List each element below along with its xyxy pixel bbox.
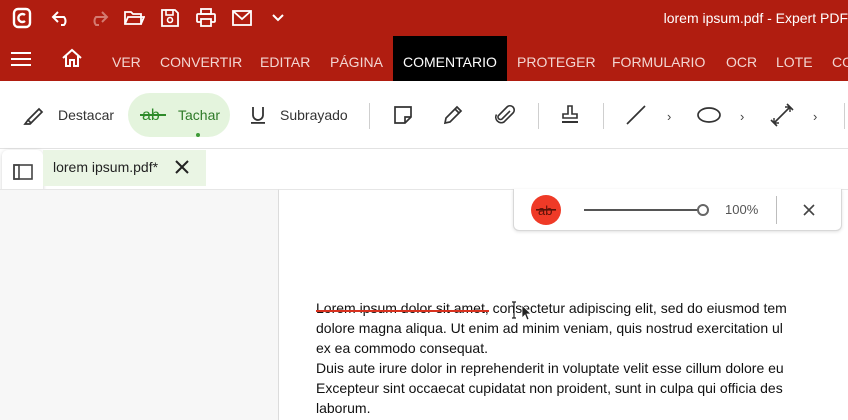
- underline-label: Subrayado: [280, 107, 348, 123]
- sidebar-toggle-icon[interactable]: [12, 161, 34, 183]
- document-tab-name: lorem ipsum.pdf*: [53, 159, 159, 175]
- strikeout-icon: ab: [140, 107, 166, 124]
- underline-button[interactable]: Subrayado: [248, 81, 348, 149]
- color-picker-button[interactable]: ab: [531, 195, 561, 225]
- sticky-note-button[interactable]: [391, 81, 415, 149]
- open-folder-icon[interactable]: [120, 0, 148, 36]
- print-icon[interactable]: [192, 0, 220, 36]
- document-line[interactable]: Duis aute irure dolor in reprehenderit i…: [316, 358, 784, 378]
- document-line[interactable]: laborum.: [316, 398, 370, 418]
- opacity-slider-thumb[interactable]: [697, 204, 709, 216]
- highlight-button[interactable]: Destacar: [22, 81, 114, 149]
- text-cursor-icon: [510, 300, 532, 322]
- ribbon-tabs: VER CONVERTIR EDITAR PÁGINA COMENTARIO P…: [0, 36, 848, 81]
- stamp-button[interactable]: [558, 81, 582, 149]
- annotation-properties-bar: ab 100%: [513, 189, 842, 231]
- tab-lote[interactable]: LOTE: [776, 36, 813, 81]
- document-line[interactable]: Lorem ipsum dolor sit amet, consectetur …: [316, 298, 787, 318]
- document-line-rest: consectetur adipiscing elit, sed do eius…: [488, 300, 787, 316]
- tab-overflow[interactable]: CO: [832, 36, 848, 81]
- measure-button[interactable]: [769, 81, 795, 149]
- document-line[interactable]: ex ea commodo consequat.: [316, 338, 488, 358]
- opacity-value: 100%: [725, 202, 759, 217]
- pencil-button[interactable]: [441, 81, 465, 149]
- undo-icon[interactable]: [48, 0, 76, 36]
- tab-proteger[interactable]: PROTEGER: [517, 36, 596, 81]
- comment-toolbar: Destacar ab Tachar Subrayado › › ›: [0, 81, 848, 149]
- attach-button[interactable]: [493, 81, 517, 149]
- email-icon[interactable]: [228, 0, 256, 36]
- strikeout-color-icon: ab: [536, 203, 556, 218]
- ellipse-icon: [697, 107, 721, 123]
- window-title: lorem ipsum.pdf - Expert PDF: [663, 10, 848, 26]
- save-icon[interactable]: [156, 0, 184, 36]
- sticky-note-icon: [394, 106, 412, 124]
- stamp-icon: [562, 105, 578, 123]
- close-icon[interactable]: [801, 202, 817, 218]
- pencil-icon: [443, 105, 463, 125]
- annotation-bar-divider: [776, 196, 777, 224]
- highlight-label: Destacar: [58, 107, 115, 123]
- tab-ver[interactable]: VER: [112, 36, 141, 81]
- tab-pagina[interactable]: PÁGINA: [330, 36, 383, 81]
- measure-icon: [770, 103, 794, 127]
- line-button[interactable]: [624, 81, 648, 149]
- toolbar-divider: [538, 103, 539, 129]
- toolbar-divider: [844, 103, 845, 129]
- chevron-down-icon[interactable]: [266, 0, 290, 36]
- document-tab[interactable]: lorem ipsum.pdf*: [43, 150, 206, 186]
- close-tab-icon[interactable]: [174, 159, 190, 175]
- ellipse-button[interactable]: [696, 81, 722, 149]
- opacity-slider-track[interactable]: [584, 209, 704, 211]
- navigation-pane: [0, 189, 279, 420]
- toolbar-divider: [603, 103, 604, 129]
- title-bar: lorem ipsum.pdf - Expert PDF: [0, 0, 848, 36]
- line-icon: [626, 105, 646, 125]
- tab-formulario[interactable]: FORMULARIO: [612, 36, 705, 81]
- shape-options-chevron-icon[interactable]: ›: [740, 109, 744, 124]
- tab-convertir[interactable]: CONVERTIR: [160, 36, 242, 81]
- home-icon[interactable]: [60, 46, 84, 70]
- tab-comentario[interactable]: COMENTARIO: [393, 36, 507, 81]
- app-logo-icon[interactable]: [8, 0, 36, 36]
- highlighter-icon: [23, 107, 44, 125]
- menu-icon[interactable]: [10, 49, 34, 69]
- document-line[interactable]: Excepteur sint occaecat cupidatat non pr…: [316, 378, 783, 398]
- tab-ocr[interactable]: OCR: [726, 36, 757, 81]
- underline-icon: [251, 107, 265, 124]
- strikeout-button[interactable]: ab Tachar: [140, 81, 220, 149]
- measure-options-chevron-icon[interactable]: ›: [813, 109, 817, 124]
- struck-text[interactable]: Lorem ipsum dolor sit amet,: [316, 300, 489, 316]
- document-line[interactable]: dolore magna aliqua. Ut enim ad minim ve…: [316, 318, 783, 338]
- line-options-chevron-icon[interactable]: ›: [667, 109, 671, 124]
- tab-editar[interactable]: EDITAR: [260, 36, 310, 81]
- redo-icon[interactable]: [84, 0, 112, 36]
- toolbar-divider: [369, 103, 370, 129]
- paperclip-icon: [495, 104, 516, 124]
- strikeout-label: Tachar: [178, 107, 221, 123]
